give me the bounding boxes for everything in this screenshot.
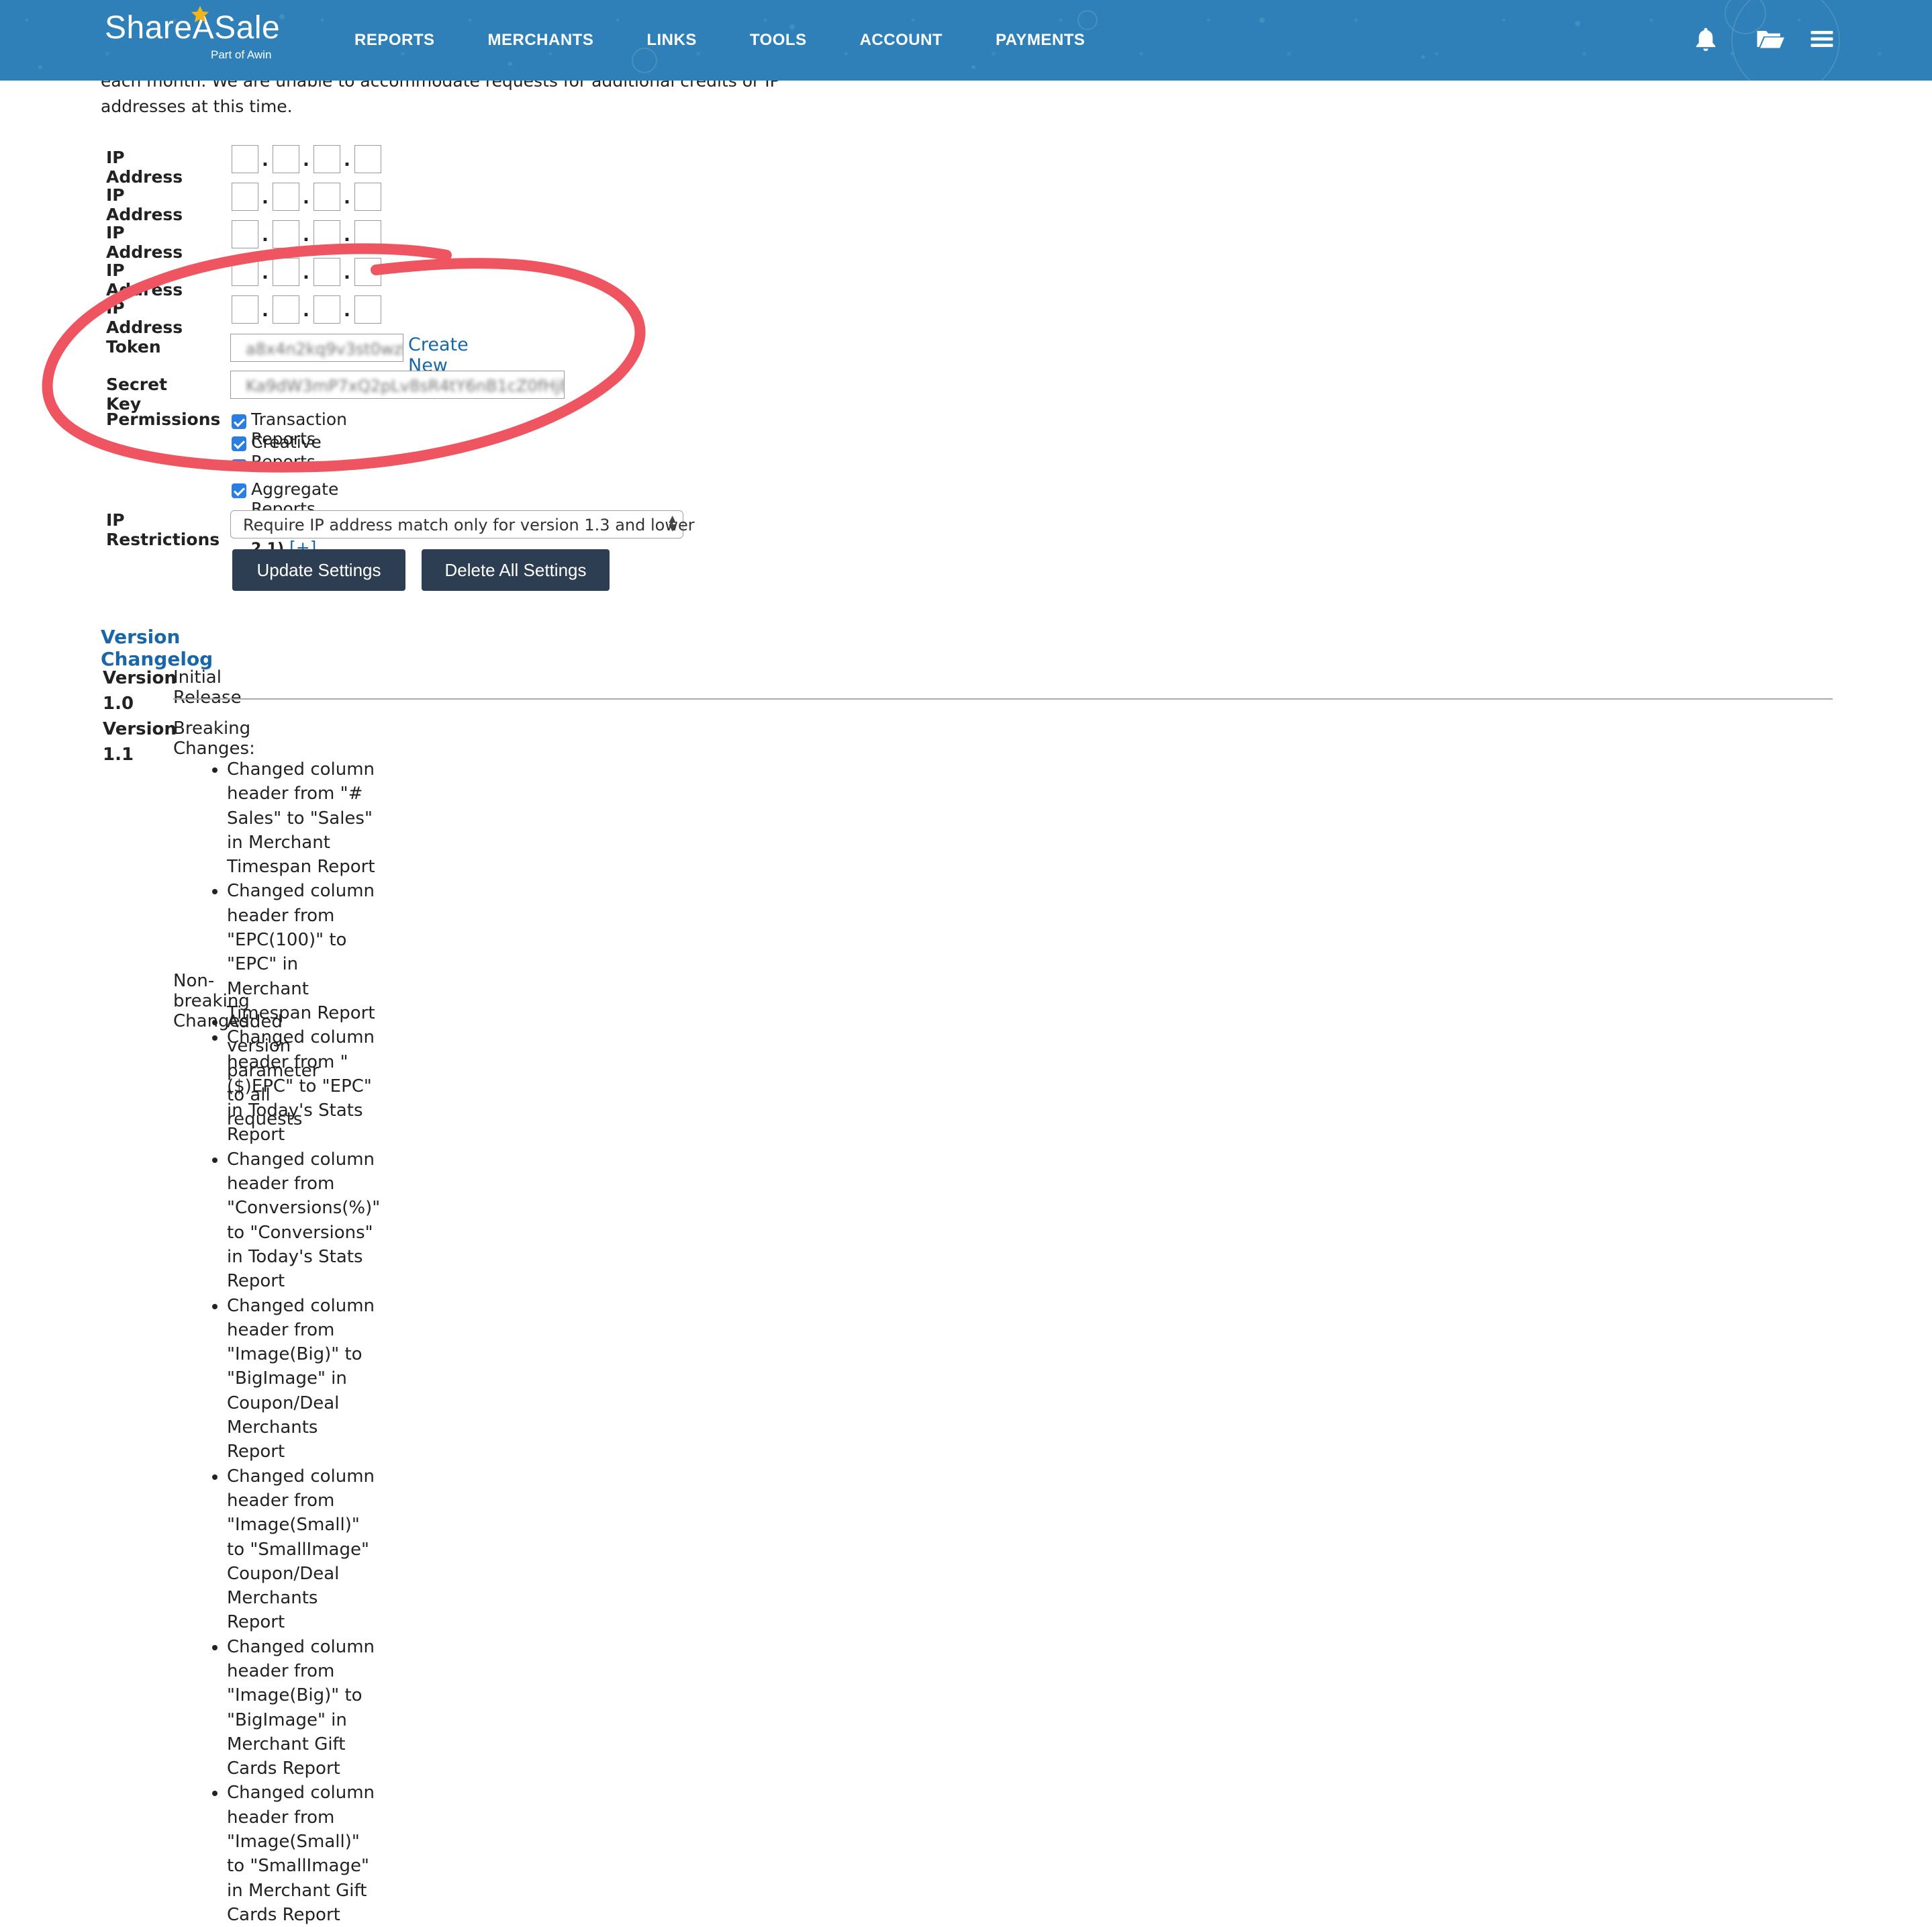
nonbreaking-change-item: Added version parameter to all requests <box>227 1010 319 1131</box>
creative-reports-checkbox[interactable] <box>232 436 246 451</box>
breaking-change-item: Changed column header from "Image(Big)" … <box>227 1635 380 1781</box>
ip-octet-separator: . <box>262 188 269 208</box>
secret-key-value: Ka9dW3mP7xQ2pLv8sR4tY6nB1cZ0fHjE <box>246 377 565 395</box>
top-nav-bar: ShareASale Part of Awin REPORTS MERCHANT… <box>0 0 1932 81</box>
bell-icon[interactable] <box>1693 26 1719 54</box>
hidden-permission-checkbox[interactable] <box>232 459 246 467</box>
transaction-reports-checkbox[interactable] <box>232 414 246 429</box>
sharesale-logo[interactable]: ShareASale Part of Awin <box>105 5 280 61</box>
secret-key-label: Secret Key <box>106 375 168 414</box>
version-number: 1.0 <box>103 694 134 714</box>
folder-open-icon[interactable] <box>1755 27 1786 51</box>
ip-octet-input[interactable] <box>232 183 258 211</box>
version-1-0-label: Version 1.0 <box>103 665 177 716</box>
ip-octet-separator: . <box>303 188 309 208</box>
ip-octet-separator: . <box>262 301 269 321</box>
ip-octet-input[interactable] <box>313 295 340 324</box>
nav-links[interactable]: LINKS <box>646 31 697 50</box>
version-1-1-label: Version 1.1 <box>103 716 177 767</box>
breaking-change-item: Changed column header from "Image(Small)… <box>227 1464 380 1635</box>
nav-reports[interactable]: REPORTS <box>354 31 435 50</box>
version-word: Version <box>103 668 177 688</box>
ip-octet-separator: . <box>303 150 309 171</box>
ip-octet-input[interactable] <box>354 183 381 211</box>
token-label: Token <box>106 337 161 357</box>
ip-octet-input[interactable] <box>232 145 258 173</box>
ip-octet-input[interactable] <box>232 258 258 286</box>
ip-address-label-5: IP Address <box>106 298 183 337</box>
secret-key-field[interactable]: Ka9dW3mP7xQ2pLv8sR4tY6nB1cZ0fHjE <box>230 371 565 399</box>
breaking-change-item: Changed column header from "Conversions(… <box>227 1147 380 1294</box>
creative-reports-label: Creative Reports <box>251 432 322 471</box>
breaking-change-item: Changed column header from "# Sales" to … <box>227 757 380 879</box>
star-icon <box>191 5 209 23</box>
intro-line-2: addresses at this time. <box>101 97 293 116</box>
select-arrows-icon: ▲ ▼ <box>669 514 676 533</box>
version-1-0-text: Initial Release <box>173 667 242 708</box>
ip-octet-separator: . <box>344 150 350 171</box>
ip-address-label-4: IP Address <box>106 261 183 299</box>
ip-octet-separator: . <box>262 150 269 171</box>
main-nav: REPORTS MERCHANTS LINKS TOOLS ACCOUNT PA… <box>354 31 1138 50</box>
breaking-changes-heading: Breaking Changes: <box>173 718 255 759</box>
ip-octet-separator: . <box>262 263 269 283</box>
ip-address-label-3: IP Address <box>106 223 183 262</box>
ip-octet-input[interactable] <box>232 220 258 248</box>
ip-restrictions-label: IP Restrictions <box>106 510 220 549</box>
breaking-changes-list: Changed column header from "# Sales" to … <box>199 757 380 1927</box>
ip-octet-input[interactable] <box>354 220 381 248</box>
ip-octet-separator: . <box>344 226 350 246</box>
ip-address-label-2: IP Address <box>106 185 183 224</box>
ip-restrictions-value: Require IP address match only for versio… <box>243 516 695 534</box>
token-value: a8x4n2kq9v3st0wzbnc <box>246 340 403 359</box>
nav-merchants[interactable]: MERCHANTS <box>488 31 594 50</box>
ip-octet-input[interactable] <box>273 258 299 286</box>
ip-octet-separator: . <box>303 301 309 321</box>
ip-octet-input[interactable] <box>232 295 258 324</box>
logo-subtitle: Part of Awin <box>211 48 272 61</box>
nonbreaking-changes-list: Added version parameter to all requests <box>199 1010 319 1131</box>
ip-octet-input[interactable] <box>273 295 299 324</box>
ip-octet-input[interactable] <box>354 258 381 286</box>
nav-account[interactable]: ACCOUNT <box>860 31 943 50</box>
ip-octet-input[interactable] <box>313 183 340 211</box>
permissions-label: Permissions <box>106 410 221 429</box>
ip-octet-input[interactable] <box>354 145 381 173</box>
nav-payments[interactable]: PAYMENTS <box>996 31 1085 50</box>
version-word: Version <box>103 719 177 739</box>
update-settings-button[interactable]: Update Settings <box>232 549 405 591</box>
divider <box>173 698 1833 700</box>
ip-octet-input[interactable] <box>273 220 299 248</box>
ip-address-label-1: IP Address <box>106 148 183 187</box>
ip-octet-separator: . <box>344 301 350 321</box>
nav-tools[interactable]: TOOLS <box>750 31 807 50</box>
version-changelog-title[interactable]: Version Changelog <box>101 626 213 670</box>
ip-octet-separator: . <box>262 226 269 246</box>
ip-octet-input[interactable] <box>273 183 299 211</box>
ip-octet-separator: . <box>344 188 350 208</box>
version-number: 1.1 <box>103 745 134 765</box>
delete-all-settings-button[interactable]: Delete All Settings <box>422 549 610 591</box>
ip-restrictions-select[interactable]: Require IP address match only for versio… <box>230 510 695 538</box>
ip-octet-separator: . <box>344 263 350 283</box>
ip-octet-input[interactable] <box>354 295 381 324</box>
ip-octet-separator: . <box>303 226 309 246</box>
menu-icon[interactable] <box>1810 28 1834 50</box>
ip-octet-input[interactable] <box>313 258 340 286</box>
ip-octet-input[interactable] <box>273 145 299 173</box>
breaking-change-item: Changed column header from "Image(Big)" … <box>227 1294 380 1464</box>
aggregate-reports-checkbox[interactable] <box>232 483 246 498</box>
breaking-change-item: Changed column header from "Image(Small)… <box>227 1781 380 1927</box>
ip-octet-separator: . <box>303 263 309 283</box>
token-field[interactable]: a8x4n2kq9v3st0wzbnc <box>230 334 403 362</box>
ip-octet-input[interactable] <box>313 145 340 173</box>
ip-octet-input[interactable] <box>313 220 340 248</box>
